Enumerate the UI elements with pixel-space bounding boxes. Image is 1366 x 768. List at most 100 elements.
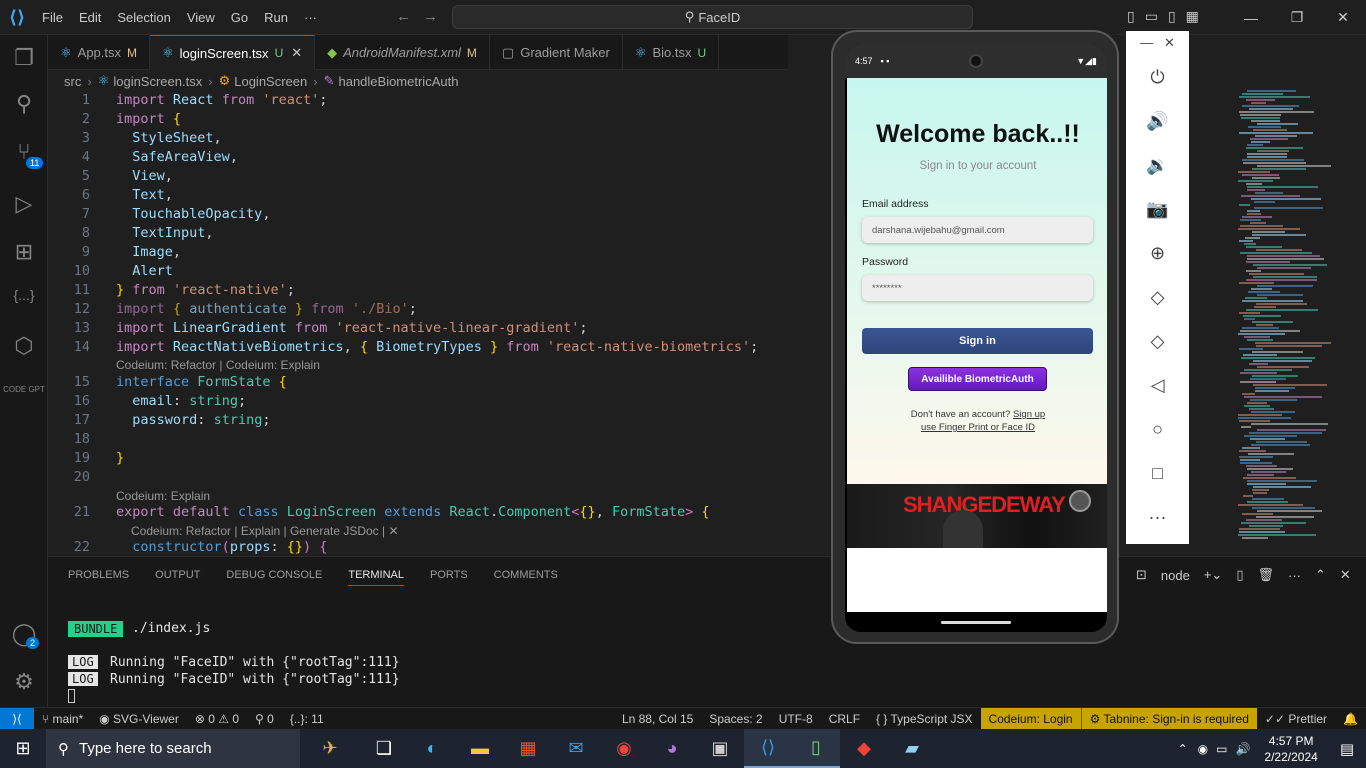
more-icon[interactable]: ··· — [1288, 568, 1301, 583]
code-editor[interactable]: 1 import React from 'react'; 2 import { 3 … — [48, 92, 831, 556]
vscode-icon[interactable]: ⟨⟩ — [744, 729, 792, 768]
settings-gear-icon[interactable]: ⚙ — [0, 669, 48, 695]
breadcrumb-file[interactable]: loginScreen.tsx — [113, 74, 202, 89]
android-studio-icon[interactable]: ▯ — [792, 729, 840, 768]
volume-icon[interactable]: 🔊 — [1231, 742, 1254, 756]
menu-edit[interactable]: Edit — [71, 10, 109, 25]
menu-run[interactable]: Run — [256, 10, 296, 25]
remote-icon[interactable]: ⟩⟨ — [0, 707, 34, 730]
home-pill[interactable] — [941, 621, 1011, 624]
file-explorer-icon[interactable]: ▬ — [456, 729, 504, 768]
menu-selection[interactable]: Selection — [109, 10, 178, 25]
maximize-panel-icon[interactable]: ⌃ — [1315, 567, 1326, 583]
split-terminal-icon[interactable]: ▯ — [1236, 567, 1243, 583]
account-icon[interactable]: ◯ — [0, 621, 48, 647]
network-icon[interactable]: ▭ — [1212, 742, 1231, 756]
terminal-name[interactable]: node — [1161, 568, 1190, 583]
explorer-icon[interactable]: ❐ — [0, 45, 48, 71]
toggle-secondary-sidebar-icon[interactable]: ▯ — [1168, 8, 1176, 25]
rotate-right-icon[interactable]: ◇ — [1126, 331, 1189, 352]
minimize-icon[interactable]: — — [1228, 10, 1274, 26]
codegpt-icon[interactable]: CODE GPT — [0, 385, 48, 394]
tab-app-tsx[interactable]: ⚛ App.tsx M — [48, 35, 151, 70]
back-icon[interactable]: ◁ — [1126, 375, 1189, 396]
sign-in-button[interactable]: Sign in — [862, 328, 1093, 354]
nav-back-forward-icons[interactable]: ←→ — [396, 8, 450, 25]
breadcrumb-class[interactable]: LoginScreen — [234, 74, 307, 89]
biometric-auth-button[interactable]: Availible BiometricAuth — [908, 367, 1047, 391]
terminal-icon[interactable]: ▣ — [696, 729, 744, 768]
encoding[interactable]: UTF-8 — [771, 712, 821, 726]
phone-screen[interactable]: 4:57 ▪ ▪ ▼◢▮ Welcome back..!! Sign in to… — [845, 44, 1107, 632]
panel-tab-output[interactable]: OUTPUT — [155, 569, 200, 586]
cube-icon[interactable]: ⬡ — [0, 333, 48, 359]
codelens[interactable]: Codeium: Refactor | Explain | Generate J… — [48, 524, 828, 540]
problems-count[interactable]: ⊗ 0 ⚠ 0 — [187, 712, 247, 726]
extensions-icon[interactable]: ⊞ — [0, 239, 48, 265]
tray-app-icon[interactable]: ◉ — [1194, 742, 1212, 756]
camera-icon[interactable]: 📷 — [1126, 199, 1189, 220]
signup-link[interactable]: Sign up — [1013, 409, 1045, 420]
line-ending[interactable]: CRLF — [821, 712, 868, 726]
language-mode[interactable]: { } TypeScript JSX — [868, 712, 981, 726]
password-field[interactable]: ******** — [862, 275, 1093, 301]
taskbar-search[interactable]: ⚲ Type here to search — [46, 729, 300, 768]
store-icon[interactable]: ▦ — [504, 729, 552, 768]
menu-view[interactable]: View — [179, 10, 223, 25]
tabnine-status[interactable]: ⚙ Tabnine: Sign-in is required — [1080, 707, 1257, 730]
customize-layout-icon[interactable]: ▦ — [1186, 8, 1199, 25]
volume-down-icon[interactable]: 🔉 — [1126, 155, 1189, 176]
tab-login-screen[interactable]: ⚛ loginScreen.tsx U ✕ — [150, 35, 316, 70]
emulator-window-icons[interactable]: — ✕ — [1126, 35, 1189, 51]
notifications-icon[interactable]: ▤ — [1328, 740, 1366, 758]
task-view-icon[interactable]: ❏ — [360, 729, 408, 768]
codelens[interactable]: Codeium: Explain — [48, 489, 828, 505]
command-center-search[interactable]: ⚲ FaceID — [452, 5, 973, 29]
indentation[interactable]: Spaces: 2 — [701, 712, 770, 726]
minimap[interactable] — [1230, 90, 1360, 556]
windows-start-icon[interactable]: ⊞ — [0, 738, 46, 759]
ports-count[interactable]: ⚲ 0 — [247, 712, 282, 726]
chrome-icon[interactable]: ◉ — [600, 729, 648, 768]
zoom-icon[interactable]: ⊕ — [1126, 243, 1189, 264]
home-icon[interactable]: ○ — [1126, 419, 1189, 440]
rotate-left-icon[interactable]: ◇ — [1126, 287, 1189, 308]
trash-icon[interactable]: 🗑 — [1257, 567, 1274, 583]
panel-tab-problems[interactable]: PROBLEMS — [68, 569, 129, 586]
menu-file[interactable]: File — [34, 10, 71, 25]
breadcrumb-method[interactable]: handleBiometricAuth — [338, 74, 458, 89]
tab-gradient-maker[interactable]: ▢ Gradient Maker — [490, 35, 623, 70]
breadcrumb-src[interactable]: src — [64, 74, 81, 89]
overview-icon[interactable]: □ — [1126, 463, 1189, 484]
panel-tab-comments[interactable]: COMMENTS — [494, 569, 558, 586]
bracket-count[interactable]: {..}: 11 — [282, 712, 332, 726]
edge-icon[interactable]: ◐ — [408, 729, 456, 768]
bell-icon[interactable]: 🔔 — [1335, 712, 1366, 726]
close-tab-icon[interactable]: ✕ — [291, 45, 302, 61]
restore-icon[interactable]: ❐ — [1274, 9, 1320, 26]
panel-tab-terminal[interactable]: TERMINAL — [348, 569, 404, 586]
toggle-sidebar-icon[interactable]: ▯ — [1127, 8, 1135, 25]
close-panel-icon[interactable]: ✕ — [1340, 567, 1351, 583]
volume-up-icon[interactable]: 🔊 — [1126, 111, 1189, 132]
cursor-position[interactable]: Ln 88, Col 15 — [614, 712, 701, 726]
notes-icon[interactable]: ▰ — [888, 729, 936, 768]
power-icon[interactable]: ⏻ — [1126, 67, 1189, 88]
new-terminal-icon[interactable]: +⌄ — [1204, 567, 1222, 583]
prettier-status[interactable]: ✓✓ Prettier — [1257, 712, 1335, 726]
codeium-status[interactable]: Codeium: Login — [980, 707, 1081, 730]
tab-android-manifest[interactable]: ◆ AndroidManifest.xml M — [315, 35, 490, 70]
panel-tab-debug-console[interactable]: DEBUG CONSOLE — [226, 569, 322, 586]
anydesk-icon[interactable]: ◆ — [840, 729, 888, 768]
email-field[interactable]: darshana.wijebahu@gmail.com — [862, 217, 1093, 243]
toggle-panel-icon[interactable]: ▭ — [1145, 8, 1158, 25]
github-icon[interactable]: ◕ — [648, 729, 696, 768]
tray-chevron-icon[interactable]: ⌃ — [1172, 742, 1194, 756]
menu-more[interactable]: ··· — [296, 10, 325, 25]
svg-viewer[interactable]: ◉ SVG-Viewer — [91, 712, 187, 726]
menu-go[interactable]: Go — [223, 10, 256, 25]
codelens[interactable]: Codeium: Refactor | Codeium: Explain — [48, 358, 828, 374]
panel-tab-ports[interactable]: PORTS — [430, 569, 468, 586]
branch-indicator[interactable]: ⑂ main* — [34, 712, 91, 726]
search-highlight-image[interactable]: ✈ — [300, 729, 360, 768]
